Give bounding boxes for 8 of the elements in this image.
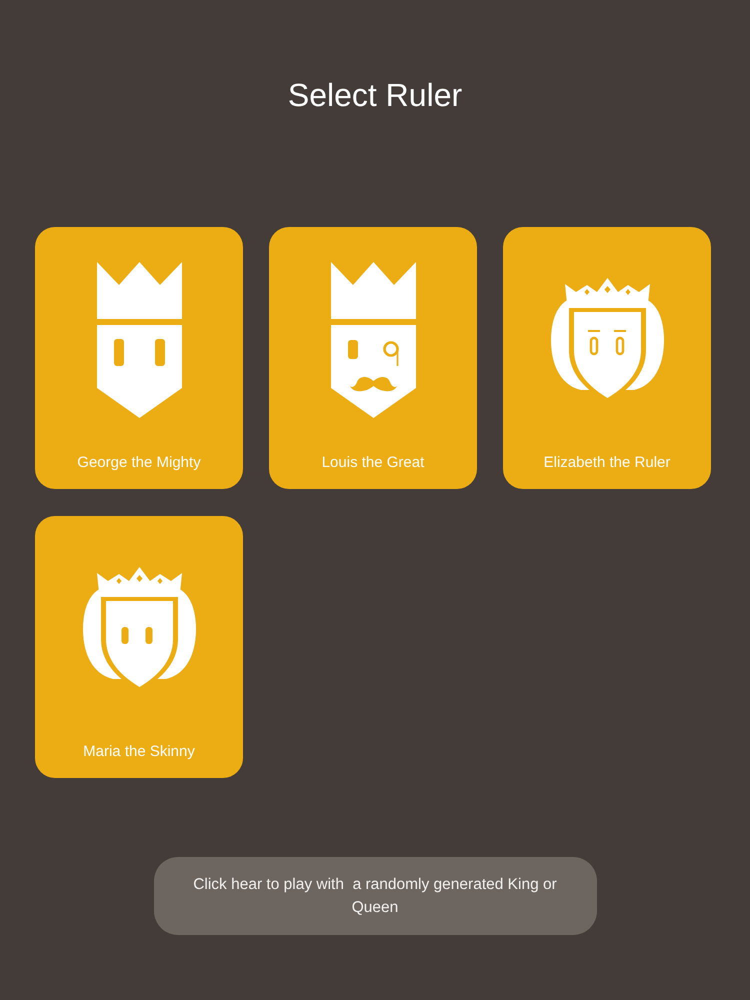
king-icon (96, 262, 182, 418)
random-ruler-button[interactable]: Click hear to play with a randomly generated King or Queen (154, 857, 596, 935)
king-monocle-icon (330, 262, 416, 418)
ruler-card[interactable]: Maria the Skinny (35, 516, 243, 778)
page-title: Select Ruler (288, 76, 462, 115)
ruler-card[interactable]: Louis the Great (269, 227, 477, 489)
ruler-card[interactable]: Elizabeth the Ruler (503, 227, 711, 489)
ruler-card[interactable]: George the Mighty (35, 227, 243, 489)
